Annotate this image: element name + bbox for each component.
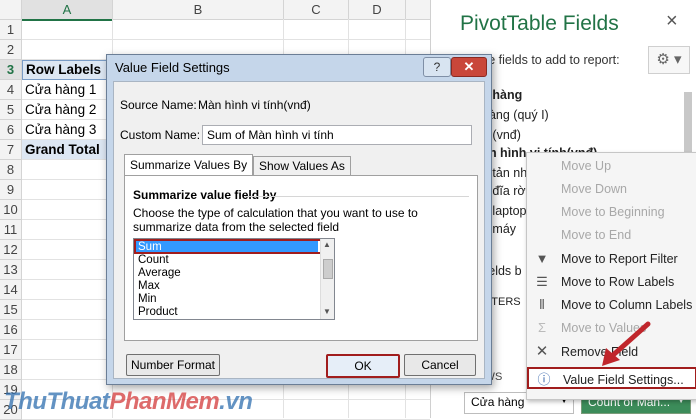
- pane-options-gear-icon[interactable]: ⚙ ▾: [648, 46, 690, 74]
- menu-item-move-to-end[interactable]: Move to End: [527, 224, 695, 246]
- custom-name-label: Custom Name:: [120, 128, 201, 142]
- dialog-body: Source Name: Màn hình vi tính(vnđ) Custo…: [113, 81, 485, 379]
- pivot-item-3[interactable]: Cửa hàng 3: [22, 120, 96, 139]
- row-header-13[interactable]: 13: [0, 260, 22, 280]
- function-option-average[interactable]: Average: [136, 267, 318, 280]
- tab-summarize-values-by[interactable]: Summarize Values By: [124, 154, 254, 177]
- menu-item-value-field-settings[interactable]: ⓘ Value Field Settings...: [527, 367, 696, 389]
- scroll-up-icon[interactable]: ▲: [323, 240, 331, 249]
- menu-item-move-down[interactable]: Move Down: [527, 178, 695, 200]
- row-header-11[interactable]: 11: [0, 220, 22, 240]
- row-header-7[interactable]: 7: [0, 140, 22, 160]
- menu-item-move-to-report-filter[interactable]: ▼ Move to Report Filter: [527, 248, 695, 270]
- row-header-12[interactable]: 12: [0, 240, 22, 260]
- pivot-item-1[interactable]: Cửa hàng 1: [22, 80, 96, 99]
- column-header-d[interactable]: D: [349, 0, 406, 20]
- row-header-14[interactable]: 14: [0, 280, 22, 300]
- dialog-title: Value Field Settings: [115, 60, 230, 75]
- annotation-arrow-icon: [602, 321, 651, 366]
- sigma-icon: Σ: [537, 320, 547, 335]
- custom-name-field[interactable]: [202, 125, 472, 145]
- function-option-count[interactable]: Count: [136, 254, 318, 267]
- section-divider: [245, 196, 469, 197]
- cancel-button[interactable]: Cancel: [404, 354, 476, 376]
- source-name-value: Màn hình vi tính(vnđ): [198, 98, 311, 112]
- pane-close-button[interactable]: ×: [666, 10, 678, 33]
- function-listbox[interactable]: Sum Count Average Max Min Product ▲ ▼: [133, 238, 335, 320]
- info-icon: ⓘ: [537, 372, 551, 387]
- rows-icon: ☰: [536, 274, 548, 289]
- value-field-settings-dialog: Value Field Settings ? ✕ Source Name: Mà…: [106, 54, 492, 385]
- row-header-9[interactable]: 9: [0, 180, 22, 200]
- row-header-5[interactable]: 5: [0, 100, 22, 120]
- menu-item-move-to-beginning[interactable]: Move to Beginning: [527, 201, 695, 223]
- field-item-quy[interactable]: hàng (quý I): [482, 108, 549, 122]
- menu-item-label: Value Field Settings...: [563, 373, 684, 387]
- pivot-item-2[interactable]: Cửa hàng 2: [22, 100, 96, 119]
- help-button[interactable]: ?: [423, 57, 451, 77]
- menu-item-label: Move to Beginning: [561, 205, 665, 219]
- row-header-2[interactable]: 2: [0, 40, 22, 60]
- columns-icon: ⦀: [539, 297, 545, 312]
- row-header-16[interactable]: 16: [0, 320, 22, 340]
- menu-item-label: Move to Column Labels: [561, 298, 693, 312]
- pane-scrollbar[interactable]: [684, 92, 692, 152]
- pivot-grand-total[interactable]: Grand Total: [22, 140, 110, 159]
- scroll-down-icon[interactable]: ▼: [323, 307, 331, 316]
- ok-button[interactable]: OK: [326, 354, 400, 378]
- row-header-18[interactable]: 18: [0, 360, 22, 380]
- close-button[interactable]: ✕: [451, 57, 487, 77]
- row-header-8[interactable]: 8: [0, 160, 22, 180]
- column-header-e[interactable]: [406, 0, 431, 20]
- pane-title: PivotTable Fields: [460, 12, 619, 35]
- menu-item-label: Move to End: [561, 228, 632, 242]
- rows-chip-label: Cửa hàng: [471, 395, 525, 409]
- row-header-1[interactable]: 1: [0, 20, 22, 40]
- filter-icon: ▼: [535, 251, 549, 266]
- number-format-button[interactable]: Number Format: [126, 354, 220, 376]
- menu-item-label: Move to Report Filter: [561, 252, 678, 266]
- select-all-corner[interactable]: [0, 0, 22, 20]
- remove-icon: ✕: [535, 343, 549, 360]
- column-header-a[interactable]: A: [22, 0, 113, 21]
- column-header-b[interactable]: B: [113, 0, 284, 20]
- source-name-label: Source Name:: [120, 98, 197, 112]
- menu-item-move-to-column-labels[interactable]: ⦀ Move to Column Labels: [527, 294, 695, 316]
- custom-name-input[interactable]: [203, 126, 471, 144]
- menu-item-label: Move Down: [561, 182, 627, 196]
- section-description: Choose the type of calculation that you …: [133, 206, 418, 234]
- column-header-c[interactable]: C: [284, 0, 349, 20]
- pane-subtitle: se fields to add to report:: [482, 53, 620, 67]
- summarize-tab-panel: Summarize value field by Choose the type…: [124, 175, 478, 341]
- function-option-min[interactable]: Min: [136, 293, 318, 306]
- selection-highlight-box: [134, 239, 329, 254]
- menu-item-label: Move Up: [561, 159, 612, 173]
- row-header-10[interactable]: 10: [0, 200, 22, 220]
- row-header-17[interactable]: 17: [0, 340, 22, 360]
- listbox-scrollbar[interactable]: ▲ ▼: [320, 239, 334, 319]
- row-header-6[interactable]: 6: [0, 120, 22, 140]
- scroll-thumb[interactable]: [323, 259, 333, 279]
- menu-item-label: Move to Row Labels: [561, 275, 675, 289]
- menu-item-move-to-row-labels[interactable]: ☰ Move to Row Labels: [527, 271, 695, 293]
- pivot-row-labels-header[interactable]: Row Labels: [22, 60, 107, 80]
- function-option-max[interactable]: Max: [136, 280, 318, 293]
- row-header-15[interactable]: 15: [0, 300, 22, 320]
- function-option-product[interactable]: Product: [136, 306, 318, 319]
- tab-show-values-as[interactable]: Show Values As: [253, 156, 351, 176]
- section-title: Summarize value field by: [133, 188, 277, 202]
- menu-item-move-up[interactable]: Move Up: [527, 155, 695, 177]
- row-header-3[interactable]: 3: [0, 60, 22, 80]
- row-header-4[interactable]: 4: [0, 80, 22, 100]
- watermark-logo: ThuThuatPhanMem.vn: [4, 388, 253, 415]
